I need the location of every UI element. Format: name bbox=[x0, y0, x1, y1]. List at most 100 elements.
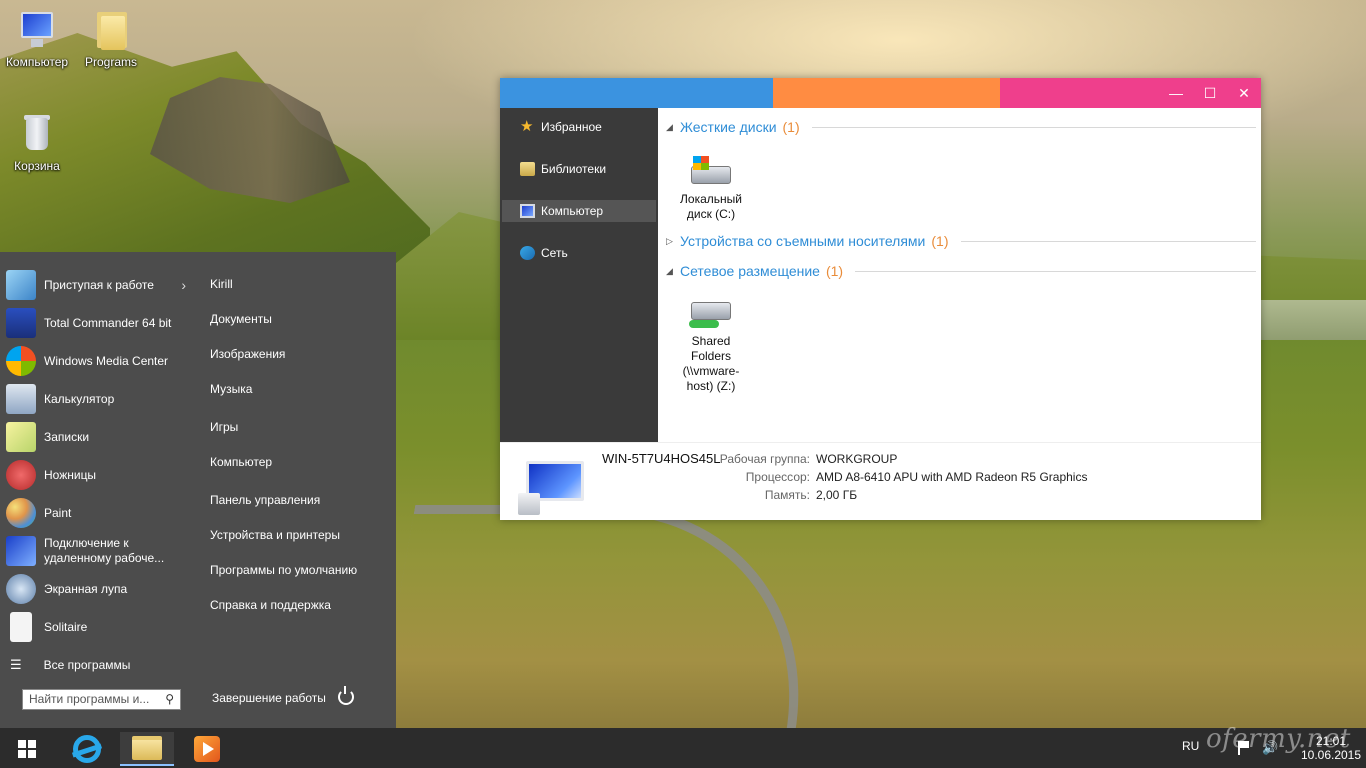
group-count: (1) bbox=[825, 263, 844, 279]
program-sticky-notes[interactable]: Записки bbox=[6, 419, 192, 455]
nav-item-label: Библиотеки bbox=[541, 162, 607, 176]
place-help-support[interactable]: Справка и поддержка bbox=[210, 598, 331, 612]
group-network-locations[interactable]: ◢ Сетевое размещение (1) bbox=[666, 262, 1256, 280]
desktop-icon-label: Корзина bbox=[14, 159, 60, 173]
navigation-pane: ★ Избранное Библиотеки Компьютер Сеть bbox=[500, 108, 658, 442]
place-computer[interactable]: Компьютер bbox=[210, 455, 272, 469]
network-drive-icon bbox=[687, 298, 735, 330]
memory-label: Память: bbox=[764, 488, 810, 502]
group-divider bbox=[811, 126, 1256, 128]
group-title: Жесткие диски bbox=[680, 119, 777, 135]
program-paint[interactable]: Paint bbox=[6, 495, 192, 531]
taskbar: RU 🔊 21:01 10.06.2015 bbox=[0, 728, 1366, 768]
program-label: Записки bbox=[44, 429, 90, 444]
program-label: Подключение к удаленному рабоче... bbox=[44, 536, 165, 565]
magnifier-icon bbox=[6, 574, 36, 604]
media-player-icon bbox=[194, 736, 220, 762]
program-magnifier[interactable]: Экранная лупа bbox=[6, 571, 192, 607]
cards-icon bbox=[10, 612, 32, 642]
sticky-notes-icon bbox=[6, 422, 36, 452]
drive-local-c[interactable]: Локальный диск (C:) bbox=[676, 156, 746, 222]
place-games[interactable]: Игры bbox=[210, 420, 238, 434]
getting-started-icon bbox=[6, 270, 36, 300]
details-pane: WIN-5T7U4HOS45L Рабочая группа: WORKGROU… bbox=[500, 442, 1261, 520]
processor-value: AMD A8-6410 APU with AMD Radeon R5 Graph… bbox=[816, 470, 1088, 484]
place-user-folder[interactable]: Kirill bbox=[210, 277, 233, 291]
desktop-icon-computer[interactable]: Компьютер bbox=[0, 8, 74, 69]
workgroup-label: Рабочая группа: bbox=[719, 452, 810, 466]
place-devices-printers[interactable]: Устройства и принтеры bbox=[210, 528, 340, 542]
program-remote-desktop[interactable]: Подключение к удаленному рабоче... bbox=[6, 533, 192, 569]
computer-icon bbox=[518, 457, 588, 515]
collapse-triangle-icon[interactable]: ◢ bbox=[666, 122, 674, 133]
start-search-input[interactable]: Найти программы и... ⚲ bbox=[22, 689, 181, 710]
program-label: Экранная лупа bbox=[44, 581, 128, 596]
wallpaper-road bbox=[374, 505, 836, 735]
recycle-bin-icon bbox=[17, 112, 57, 156]
place-default-programs[interactable]: Программы по умолчанию bbox=[210, 563, 357, 577]
drive-label: Shared Folders (\\vmware-host) (Z:) bbox=[682, 334, 740, 393]
group-removable-devices[interactable]: ▷ Устройства со съемными носителями (1) bbox=[666, 232, 1256, 250]
program-getting-started[interactable]: Приступая к работе › bbox=[6, 267, 192, 303]
window-titlebar[interactable]: — ☐ ✕ bbox=[500, 78, 1261, 108]
desktop-icon-label: Programs bbox=[84, 55, 137, 69]
maximize-button[interactable]: ☐ bbox=[1193, 78, 1227, 108]
program-solitaire[interactable]: Solitaire bbox=[6, 609, 192, 645]
list-icon: ☰ bbox=[10, 657, 22, 672]
close-button[interactable]: ✕ bbox=[1227, 78, 1261, 108]
all-programs-button[interactable]: ☰ Все программы bbox=[10, 657, 130, 673]
taskbar-internet-explorer[interactable] bbox=[60, 732, 114, 766]
program-total-commander[interactable]: Total Commander 64 bit bbox=[6, 305, 192, 341]
program-snipping-tool[interactable]: Ножницы bbox=[6, 457, 192, 493]
place-music[interactable]: Музыка bbox=[210, 382, 252, 396]
desktop-icon-label: Компьютер bbox=[5, 55, 69, 69]
start-button[interactable] bbox=[18, 740, 36, 758]
nav-item-libraries[interactable]: Библиотеки bbox=[502, 158, 656, 180]
paint-palette-icon bbox=[6, 498, 36, 528]
power-icon[interactable] bbox=[338, 686, 354, 705]
collapse-triangle-icon[interactable]: ◢ bbox=[666, 266, 674, 277]
hard-drive-icon bbox=[687, 156, 735, 188]
group-title: Устройства со съемными носителями bbox=[680, 233, 926, 249]
explorer-window: — ☐ ✕ ★ Избранное Библиотеки Компьютер С… bbox=[500, 78, 1261, 520]
computer-name: WIN-5T7U4HOS45L bbox=[602, 451, 721, 466]
processor-label: Процессор: bbox=[745, 470, 810, 484]
content-pane: ◢ Жесткие диски (1) Локальный диск (C:) … bbox=[658, 108, 1261, 442]
nav-item-network[interactable]: Сеть bbox=[502, 242, 656, 264]
nav-item-computer[interactable]: Компьютер bbox=[502, 200, 656, 222]
group-count: (1) bbox=[782, 119, 800, 135]
window-controls: — ☐ ✕ bbox=[1159, 78, 1261, 108]
minimize-button[interactable]: — bbox=[1159, 78, 1193, 108]
folder-icon bbox=[91, 8, 131, 52]
computer-icon bbox=[17, 8, 57, 52]
titlebar-segment-orange bbox=[773, 78, 1000, 108]
nav-item-label: Компьютер bbox=[541, 204, 604, 218]
program-label: Total Commander 64 bit bbox=[44, 315, 172, 330]
media-center-icon bbox=[6, 346, 36, 376]
file-explorer-icon bbox=[132, 736, 162, 760]
nav-item-favorites[interactable]: ★ Избранное bbox=[502, 116, 656, 138]
titlebar-segment-blue bbox=[500, 78, 773, 108]
desktop-icon-programs[interactable]: Programs bbox=[74, 8, 148, 69]
program-label: Приступая к работе bbox=[44, 277, 154, 292]
remote-desktop-icon bbox=[6, 536, 36, 566]
group-title: Сетевое размещение bbox=[680, 263, 820, 279]
place-pictures[interactable]: Изображения bbox=[210, 347, 285, 361]
taskbar-file-explorer[interactable] bbox=[120, 732, 174, 766]
program-calculator[interactable]: Калькулятор bbox=[6, 381, 192, 417]
place-control-panel[interactable]: Панель управления bbox=[210, 493, 320, 507]
taskbar-media-player[interactable] bbox=[180, 732, 234, 766]
place-documents[interactable]: Документы bbox=[210, 312, 272, 326]
search-icon[interactable]: ⚲ bbox=[165, 692, 174, 706]
group-hard-disks[interactable]: ◢ Жесткие диски (1) bbox=[666, 118, 1256, 136]
network-icon bbox=[520, 246, 535, 260]
group-divider bbox=[960, 240, 1256, 242]
expand-triangle-icon[interactable]: ▷ bbox=[666, 236, 674, 247]
shutdown-button[interactable]: Завершение работы bbox=[212, 691, 326, 705]
desktop-icon-recycle-bin[interactable]: Корзина bbox=[0, 112, 74, 173]
drive-network-z[interactable]: Shared Folders (\\vmware-host) (Z:) bbox=[676, 298, 746, 394]
language-indicator[interactable]: RU bbox=[1182, 739, 1199, 753]
nav-item-label: Сеть bbox=[541, 246, 568, 260]
program-media-center[interactable]: Windows Media Center bbox=[6, 343, 192, 379]
program-label: Калькулятор bbox=[44, 391, 115, 406]
